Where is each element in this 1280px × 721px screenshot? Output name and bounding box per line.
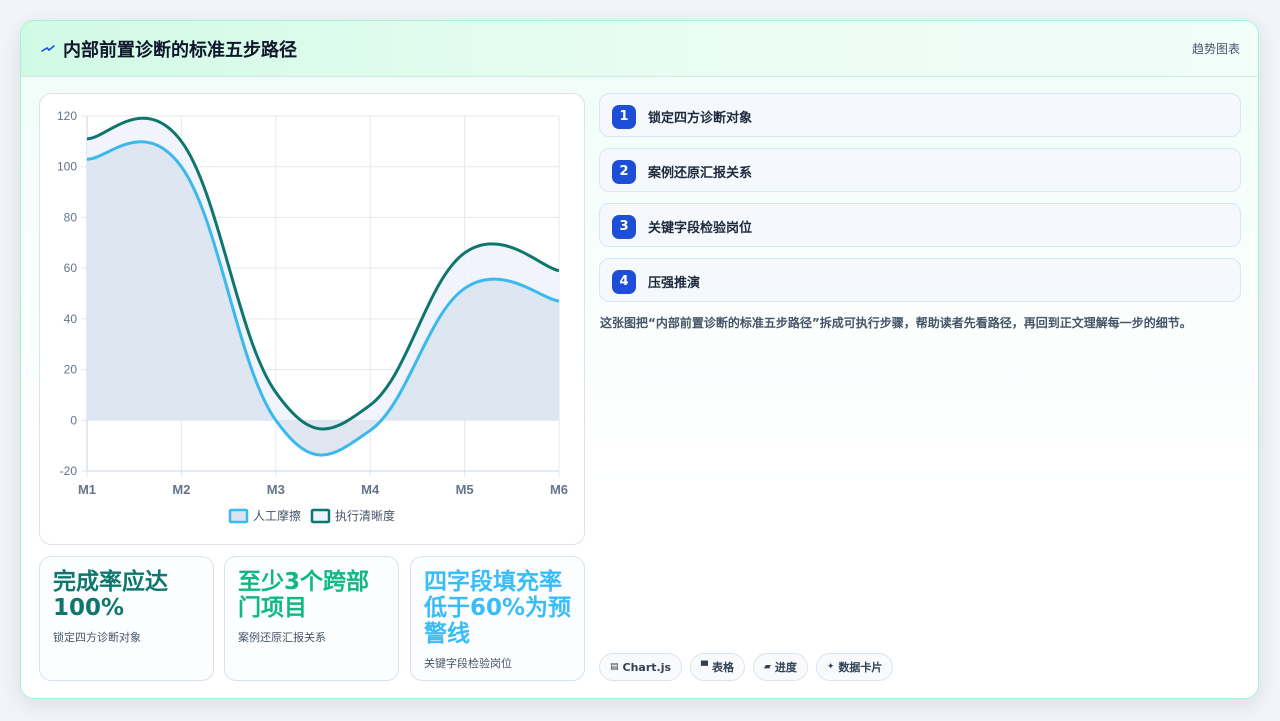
x-tick-label: M2 [172, 482, 190, 497]
sparkle-icon: ✦ [826, 662, 835, 672]
chart-panel: -20 0 20 40 60 80 100 120 M1 M2 M3 M4 M5 M6 人工摩擦 执行清晰度 [39, 93, 585, 545]
progress-icon: ▰ [763, 662, 771, 672]
chip-progress[interactable]: ▰ 进度 [752, 653, 808, 681]
step-item[interactable]: 4 压强推演 [599, 258, 1241, 302]
stat-caption: 案例还原汇报关系 [238, 631, 326, 644]
table-icon: ▀ [701, 662, 708, 672]
stat-caption: 锁定四方诊断对象 [53, 631, 141, 644]
y-tick-label: 60 [64, 261, 78, 275]
line-chart: -20 0 20 40 60 80 100 120 M1 M2 M3 M4 M5 M6 人工摩擦 执行清晰度 [57, 109, 568, 524]
stat-value: 四字段填充率低于60%为预警线 [424, 569, 572, 647]
page-title: 内部前置诊断的标准五步路径 [63, 40, 297, 61]
chip-label: 表格 [711, 661, 734, 674]
step-label: 案例还原汇报关系 [648, 166, 753, 181]
x-tick-label: M5 [456, 482, 474, 497]
chip-label: 进度 [774, 661, 797, 674]
step-item[interactable]: 2 案例还原汇报关系 [599, 148, 1241, 192]
y-tick-label: 0 [70, 413, 77, 427]
chart-icon: ▤ [610, 662, 619, 672]
series-area [87, 141, 559, 456]
chart-type-tag: 趋势图表 [1191, 42, 1240, 56]
stat-caption: 关键字段检验岗位 [424, 657, 512, 670]
step-item[interactable]: 1 锁定四方诊断对象 [599, 93, 1241, 137]
y-tick-label: 20 [64, 363, 78, 377]
legend-label: 人工摩擦 [253, 508, 301, 523]
y-tick-label: -20 [60, 464, 78, 478]
chip-label: 数据卡片 [838, 661, 883, 674]
main-card: 内部前置诊断的标准五步路径 趋势图表 -20 0 20 40 60 80 100 120 M1 M… [20, 20, 1259, 699]
step-number-badge: 4 [612, 270, 636, 294]
y-tick-label: 40 [64, 312, 78, 326]
stat-card: 完成率应达100% 锁定四方诊断对象 [39, 556, 214, 681]
x-tick-label: M4 [361, 482, 380, 497]
chart-description: 这张图把“内部前置诊断的标准五步路径”拆成可执行步骤，帮助读者先看路径，再回到正… [600, 316, 1192, 330]
y-tick-label: 120 [57, 109, 77, 123]
stat-value: 至少3个跨部门项目 [238, 569, 370, 621]
legend-swatch [228, 508, 249, 524]
chip-table[interactable]: ▀ 表格 [690, 653, 745, 681]
chip-label: Chart.js [622, 660, 672, 674]
trend-icon [41, 45, 55, 52]
chip-data-card[interactable]: ✦ 数据卡片 [815, 653, 894, 681]
step-label: 关键字段检验岗位 [648, 221, 753, 236]
tool-chips: ▤ Chart.js ▀ 表格 ▰ 进度 ✦ 数据卡片 [599, 653, 894, 681]
step-list: 1 锁定四方诊断对象 2 案例还原汇报关系 3 关键字段检验岗位 4 压强推演 [599, 93, 1241, 313]
x-tick-label: M6 [550, 482, 568, 497]
y-tick-label: 100 [57, 160, 77, 174]
legend-label: 执行清晰度 [335, 508, 395, 523]
y-tick-label: 80 [64, 210, 78, 224]
step-label: 压强推演 [648, 276, 701, 291]
step-number-badge: 2 [612, 160, 636, 184]
chip-chartjs[interactable]: ▤ Chart.js [599, 653, 683, 681]
legend-swatch [310, 508, 331, 524]
step-label: 锁定四方诊断对象 [648, 111, 753, 126]
step-number-badge: 1 [612, 105, 636, 129]
x-tick-label: M1 [78, 482, 96, 497]
stat-value: 完成率应达100% [53, 569, 168, 621]
stat-card: 至少3个跨部门项目 案例还原汇报关系 [224, 556, 399, 681]
card-header: 内部前置诊断的标准五步路径 趋势图表 [21, 21, 1258, 77]
stat-card: 四字段填充率低于60%为预警线 关键字段检验岗位 [410, 556, 585, 681]
step-number-badge: 3 [612, 215, 636, 239]
x-tick-label: M3 [267, 482, 285, 497]
step-item[interactable]: 3 关键字段检验岗位 [599, 203, 1241, 247]
